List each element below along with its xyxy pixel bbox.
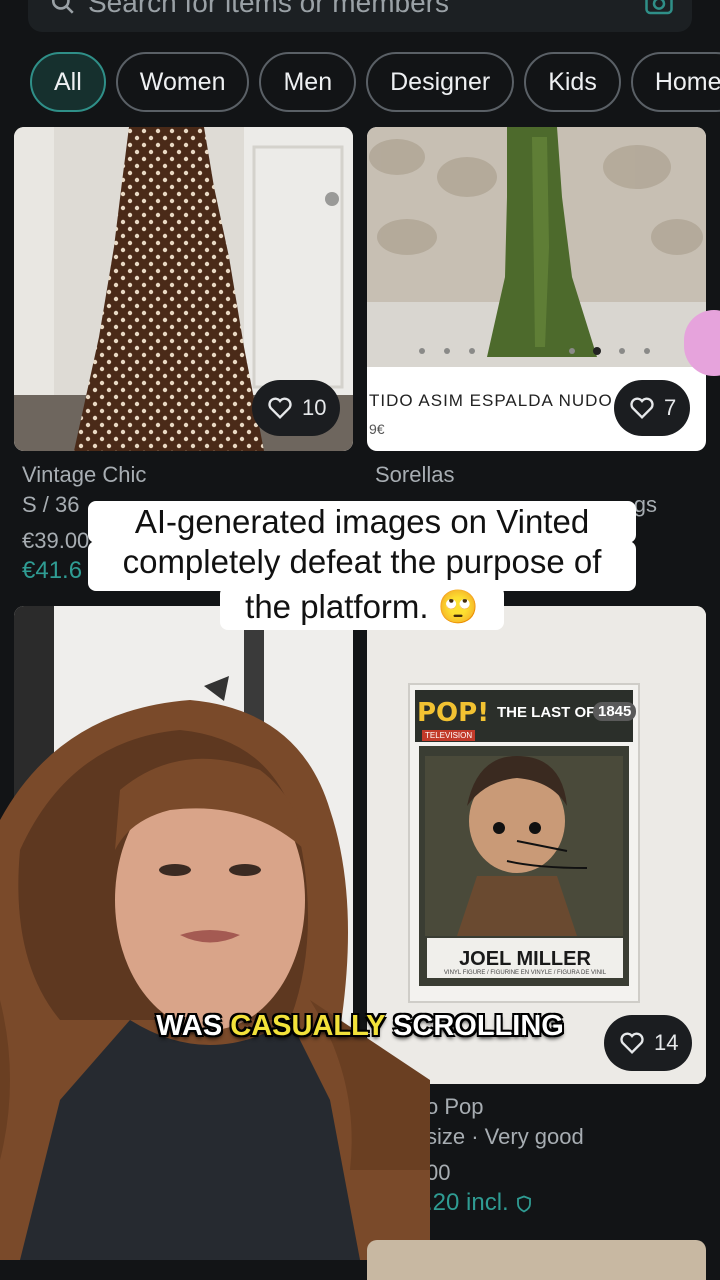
like-count: 7: [664, 395, 677, 420]
chip-women[interactable]: Women: [115, 52, 250, 112]
heart-icon: [630, 397, 654, 419]
search-bar[interactable]: Search for items or members: [28, 0, 692, 32]
chip-home[interactable]: Home: [630, 52, 720, 112]
item-brand: Vintage Chic: [22, 462, 147, 487]
subtitle-text: WAS: [156, 1010, 231, 1042]
item-brand: o Pop: [426, 1094, 484, 1119]
image-price: 9€: [369, 421, 385, 437]
chip-designer[interactable]: Designer: [366, 52, 515, 112]
subtitle-highlight: CASUALLY: [230, 1010, 385, 1042]
presenter-figure: [0, 700, 430, 1260]
subtitle: WAS CASUALLY SCROLLING: [0, 1010, 720, 1043]
search-icon: [51, 0, 74, 14]
like-button[interactable]: 7: [614, 380, 691, 436]
item-size: size · Very good: [426, 1124, 584, 1149]
green-dress-photo: [367, 127, 706, 367]
camera-icon[interactable]: [644, 0, 674, 18]
caption-line-1: AI-generated images on Vinted: [88, 501, 636, 543]
subtitle-text: SCROLLING: [384, 1010, 564, 1042]
caption-line-3: the platform. 🙄: [220, 586, 504, 630]
heart-icon: [268, 397, 292, 419]
search-input[interactable]: Search for items or members: [88, 0, 449, 19]
chip-all[interactable]: All: [30, 52, 106, 112]
like-button[interactable]: 10: [252, 380, 341, 436]
item-price-incl: .20 incl.: [426, 1188, 716, 1218]
shield-icon: [517, 1195, 532, 1213]
item-price: 00: [426, 1160, 451, 1185]
funko-character: JOEL MILLER: [459, 948, 591, 970]
like-count: 10: [302, 395, 327, 420]
chip-kids[interactable]: Kids: [524, 52, 621, 112]
funko-fine-print: VINYL FIGURE / FIGURINE EN VINYLE / FIGU…: [443, 970, 607, 976]
funko-number: 1845: [593, 702, 637, 721]
item-photo-partial[interactable]: [367, 1240, 706, 1280]
caption-line-2: completely defeat the purpose of: [88, 541, 636, 591]
item-meta: o Pop size · Very good 00 .20 incl.: [426, 1092, 716, 1218]
category-chips: All Women Men Designer Kids Home: [30, 52, 720, 112]
item-brand: Sorellas: [375, 462, 455, 487]
presenter-video: [0, 700, 430, 1260]
chip-men[interactable]: Men: [259, 52, 357, 112]
